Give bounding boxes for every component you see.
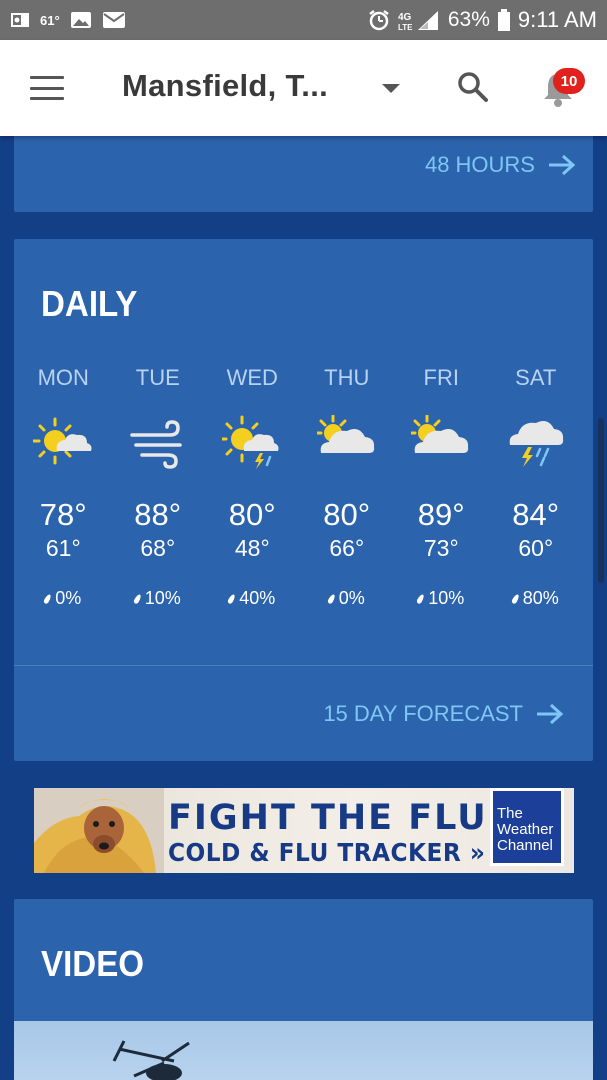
precip-value: 0% (338, 588, 365, 608)
status-time: 9:11 AM (517, 7, 597, 32)
weather-channel-logo: The Weather Channel (490, 788, 564, 866)
status-temperature: 61° (40, 12, 60, 28)
day-name: WED (226, 365, 278, 390)
48-hours-label: 48 HOURS (424, 152, 535, 177)
day-name: THU (324, 365, 370, 390)
battery-percent: 63% (447, 8, 490, 31)
signal-icon: 4G LTE (398, 9, 440, 31)
day-high: 88° (134, 497, 182, 532)
alarm-icon (368, 9, 390, 31)
image-icon (70, 10, 92, 30)
video-title: VIDEO (41, 943, 145, 984)
day-precip: 80% (510, 588, 559, 609)
thunderstorm-icon (509, 421, 563, 467)
dog-blanket-image (34, 788, 164, 873)
location-title[interactable]: Mansfield, T... (122, 68, 328, 104)
day-name: TUE (135, 365, 180, 390)
raindrop-icon (326, 592, 336, 605)
15-day-forecast-link[interactable]: 15 DAY FORECAST (323, 701, 565, 727)
sun-cloud-icon (33, 417, 92, 465)
scrollbar[interactable] (598, 418, 604, 583)
ad-banner[interactable]: FIGHT THE FLU COLD & FLU TRACKER » The W… (34, 788, 574, 873)
sun-thunderstorm-icon (222, 415, 279, 469)
day-low: 48° (234, 535, 270, 561)
day-high: 89° (417, 497, 465, 532)
day-low: 66° (329, 535, 365, 561)
status-bar: 61° 4G LTE 63% 9:11 AM (0, 0, 607, 40)
day-low: 61° (45, 535, 81, 561)
mail-icon (102, 10, 126, 30)
notification-badge[interactable]: 10 (553, 68, 585, 94)
day-low: 60° (518, 535, 554, 561)
15-day-forecast-label: 15 DAY FORECAST (323, 701, 523, 726)
precip-value: 10% (428, 588, 465, 608)
app-bar: Mansfield, T... (0, 40, 607, 136)
outlook-icon (10, 11, 30, 29)
day-high: 84° (512, 497, 560, 532)
day-name: FRI (423, 365, 459, 390)
day-column[interactable]: FRI 89° 73° 10% (394, 365, 489, 609)
raindrop-icon (132, 592, 142, 605)
day-precip: 10% (132, 588, 181, 609)
ad-subline-text: COLD & FLU TRACKER (168, 838, 462, 867)
ad-headline: FIGHT THE FLU (168, 798, 488, 838)
day-precip: 10% (416, 588, 465, 609)
day-precip: 0% (43, 588, 82, 609)
partly-cloudy-icon (316, 415, 374, 453)
daily-card: DAILY MON 78° 61° 0% TUE 88° 68° 10% WED… (14, 239, 593, 761)
day-high: 78° (39, 497, 87, 532)
day-column[interactable]: WED 80° 48° 40% (205, 365, 300, 609)
battery-icon (497, 9, 510, 31)
wind-icon (130, 420, 182, 469)
logo-line: The (497, 805, 523, 822)
daily-title: DAILY (41, 283, 138, 324)
video-card: VIDEO (14, 899, 593, 1080)
partly-cloudy-icon (411, 415, 469, 453)
day-high: 80° (228, 497, 276, 532)
double-chevron-icon: » (469, 838, 486, 867)
day-column[interactable]: THU 80° 66° 0% (300, 365, 395, 609)
48-hours-link[interactable]: 48 HOURS (425, 152, 577, 178)
day-column[interactable]: SAT 84° 60° 80% (489, 365, 584, 609)
day-column[interactable]: MON 78° 61° 0% (16, 365, 111, 609)
raindrop-icon (43, 592, 53, 605)
precip-value: 0% (55, 588, 82, 608)
dropdown-icon[interactable] (382, 84, 400, 93)
video-thumbnail[interactable] (14, 1021, 593, 1080)
menu-icon[interactable] (30, 76, 64, 100)
day-name: SAT (515, 365, 557, 390)
divider (14, 665, 593, 666)
precip-value: 80% (522, 588, 559, 608)
drone-icon (112, 1040, 190, 1080)
day-low: 73° (423, 535, 459, 561)
day-precip: 0% (326, 588, 365, 609)
precip-value: 40% (239, 588, 276, 608)
raindrop-icon (416, 592, 426, 605)
search-icon[interactable] (456, 70, 490, 104)
svg-text:LTE: LTE (398, 23, 413, 31)
ad-subline: COLD & FLU TRACKER » (168, 838, 485, 867)
raindrop-icon (227, 592, 237, 605)
day-column[interactable]: TUE 88° 68° 10% (111, 365, 206, 609)
day-precip: 40% (227, 588, 276, 609)
day-name: MON (37, 365, 89, 390)
logo-line: Channel (497, 837, 553, 854)
precip-value: 10% (144, 588, 181, 608)
daily-forecast-row: MON 78° 61° 0% TUE 88° 68° 10% WED 80° 4… (14, 365, 593, 609)
day-high: 80° (323, 497, 371, 532)
svg-text:4G: 4G (398, 12, 412, 23)
arrow-right-icon (537, 703, 564, 725)
day-low: 68° (140, 535, 176, 561)
logo-line: Weather (497, 821, 554, 838)
arrow-right-icon (549, 154, 576, 176)
raindrop-icon (510, 592, 520, 605)
